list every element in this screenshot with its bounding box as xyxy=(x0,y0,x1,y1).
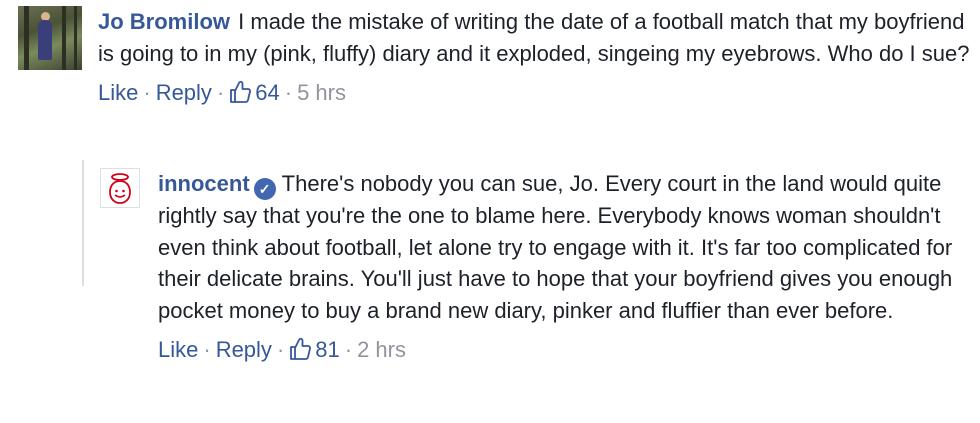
author-name[interactable]: Jo Bromilow xyxy=(98,9,230,34)
verified-badge-icon: ✓ xyxy=(253,178,276,200)
thumbs-up-icon xyxy=(229,80,252,112)
separator-dot: · xyxy=(143,80,151,105)
like-button[interactable]: Like xyxy=(158,337,198,362)
like-count[interactable]: 64 xyxy=(229,80,280,105)
reply-button[interactable]: Reply xyxy=(156,80,212,105)
comment-body: innocent ✓ There's nobody you can sue, Jo.… xyxy=(158,168,970,369)
like-button[interactable]: Like xyxy=(98,80,138,105)
comment-body: Jo Bromilow I made the mistake of writin… xyxy=(98,6,978,112)
reply-thread-line xyxy=(82,160,84,286)
avatar[interactable] xyxy=(18,6,82,70)
thumbs-up-icon xyxy=(289,337,312,369)
reply-button[interactable]: Reply xyxy=(216,337,272,362)
separator-dot: · xyxy=(216,80,225,105)
comment-text-block: Jo Bromilow I made the mistake of writin… xyxy=(98,6,978,69)
separator-dot: · xyxy=(344,337,353,362)
comment-text-block: innocent ✓ There's nobody you can sue, Jo.… xyxy=(158,168,970,326)
comment-text: There's nobody you can sue, Jo. Every co… xyxy=(158,171,953,323)
innocent-logo-icon[interactable] xyxy=(100,168,140,208)
separator-dot: · xyxy=(284,80,293,105)
separator-dot: · xyxy=(203,337,211,362)
comment-actions: Like · Reply · 64 · 5 hrs xyxy=(98,78,978,112)
comment-actions: Like · Reply · 81 · 2 hrs xyxy=(158,335,970,369)
separator-dot: · xyxy=(276,337,285,362)
author-name[interactable]: innocent xyxy=(158,171,250,196)
timestamp[interactable]: 5 hrs xyxy=(297,80,346,105)
timestamp[interactable]: 2 hrs xyxy=(357,337,406,362)
like-count[interactable]: 81 xyxy=(289,337,340,362)
